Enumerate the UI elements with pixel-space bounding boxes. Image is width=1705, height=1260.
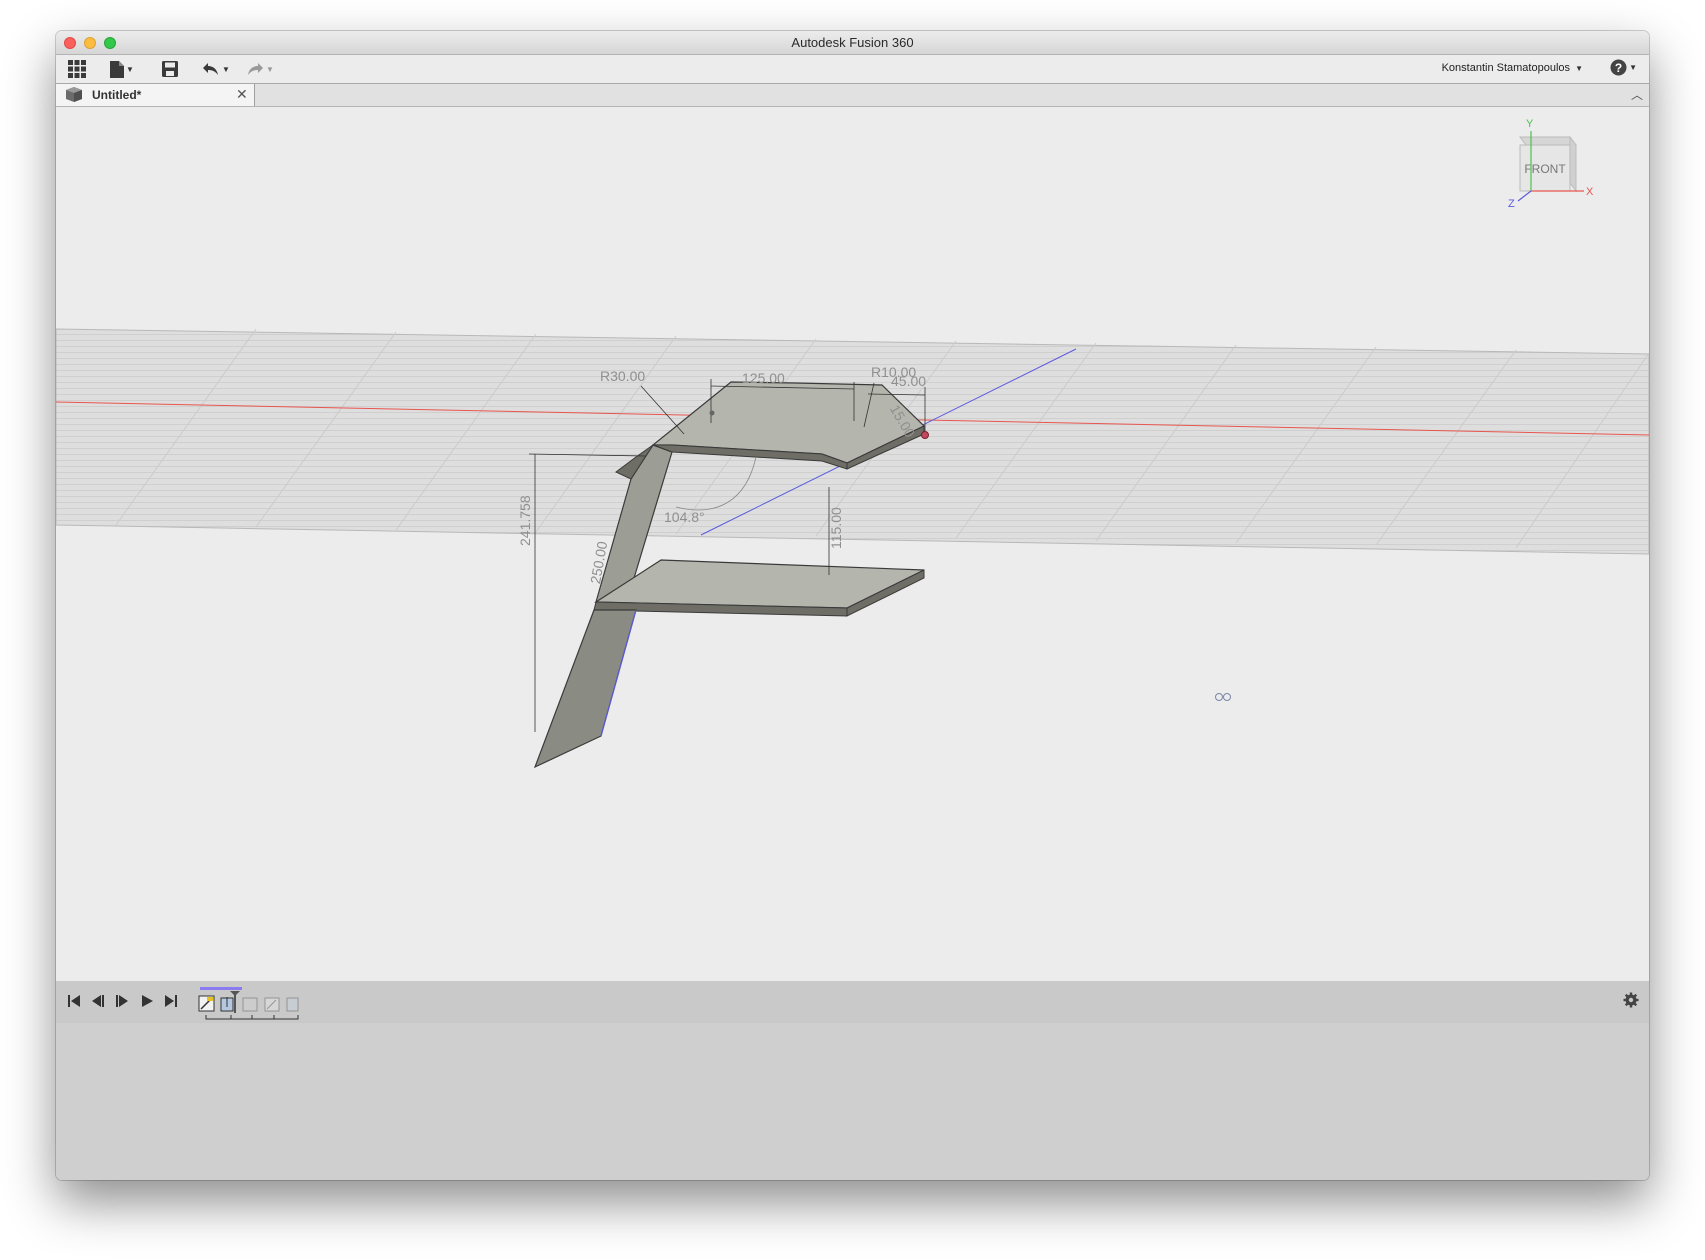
dimension-label[interactable]: 241.758 bbox=[517, 495, 533, 546]
app-window: Autodesk Fusion 360 ▼ ▼ ▼ Konstantin Sta… bbox=[56, 31, 1649, 1180]
tab-untitled[interactable]: Untitled* ✕ bbox=[56, 84, 255, 106]
timeline-marker-handle[interactable] bbox=[230, 991, 240, 996]
play-back-icon[interactable] bbox=[115, 994, 129, 1008]
help-button[interactable]: ? ▼ bbox=[1610, 59, 1637, 76]
help-icon: ? bbox=[1610, 59, 1627, 76]
user-name: Konstantin Stamatopoulos bbox=[1441, 62, 1571, 74]
user-account-menu[interactable]: Konstantin Stamatopoulos ▼ bbox=[1442, 62, 1583, 74]
play-icon[interactable] bbox=[140, 994, 154, 1008]
design-canvas[interactable]: R30.00 125.00 R10.00 45.00 15.00 241.758… bbox=[56, 107, 1649, 981]
dimension-label[interactable]: 104.8° bbox=[664, 509, 705, 525]
document-icon bbox=[110, 60, 124, 78]
chevron-down-icon: ▼ bbox=[266, 64, 274, 74]
link-icon bbox=[1215, 693, 1231, 701]
chevron-down-icon: ▼ bbox=[1629, 63, 1637, 72]
bottom-panel bbox=[56, 1023, 1649, 1180]
extrude-feature-icon[interactable] bbox=[286, 997, 299, 1012]
skip-to-end-icon[interactable] bbox=[164, 994, 178, 1008]
save-icon bbox=[162, 61, 178, 77]
undo-icon bbox=[203, 63, 218, 75]
gear-icon[interactable] bbox=[1623, 992, 1639, 1008]
viewcube[interactable]: FRONT Y X Z bbox=[1508, 118, 1594, 210]
quick-access-toolbar: ▼ ▼ ▼ Konstantin Stamatopoulos ▼ ? ▼ bbox=[56, 55, 1649, 84]
grid-icon bbox=[68, 60, 86, 78]
skip-to-start-icon[interactable] bbox=[67, 994, 81, 1008]
sketch-point[interactable] bbox=[921, 431, 929, 439]
document-tab-bar: Untitled* ✕ ︿ bbox=[56, 84, 1649, 107]
timeline bbox=[56, 981, 1649, 1023]
chevron-up-icon[interactable]: ︿ bbox=[1631, 86, 1643, 103]
redo-icon bbox=[248, 63, 263, 75]
x-axis-label: X bbox=[1586, 186, 1594, 198]
dimension-label[interactable]: R30.00 bbox=[600, 368, 645, 384]
tab-label: Untitled* bbox=[92, 88, 142, 102]
z-axis-label: Z bbox=[1508, 198, 1515, 210]
file-menu-button[interactable]: ▼ bbox=[110, 59, 134, 79]
dimension-label[interactable]: 45.00 bbox=[891, 373, 926, 389]
timeline-features bbox=[198, 991, 299, 1020]
redo-button[interactable]: ▼ bbox=[246, 59, 274, 79]
dimension-label[interactable]: 125.00 bbox=[742, 370, 785, 386]
data-panel-button[interactable] bbox=[68, 59, 86, 79]
sketch-point[interactable] bbox=[709, 410, 715, 416]
chevron-down-icon: ▼ bbox=[1575, 64, 1583, 73]
sheet-feature-icon[interactable] bbox=[242, 997, 258, 1012]
sketch-feature-icon[interactable] bbox=[198, 995, 215, 1012]
undo-button[interactable]: ▼ bbox=[202, 59, 230, 79]
dimension-label[interactable]: 115.00 bbox=[828, 507, 844, 549]
title-bar: Autodesk Fusion 360 bbox=[56, 31, 1649, 55]
chevron-down-icon: ▼ bbox=[222, 64, 230, 74]
box-icon bbox=[66, 87, 82, 102]
z-axis-indicator bbox=[1517, 190, 1532, 202]
step-back-icon[interactable] bbox=[91, 994, 105, 1008]
chevron-down-icon: ▼ bbox=[126, 64, 134, 74]
extrude-feature-icon[interactable] bbox=[220, 997, 234, 1012]
svg-text:?: ? bbox=[1615, 61, 1622, 75]
window-title: Autodesk Fusion 360 bbox=[791, 35, 914, 50]
sketch-feature-icon[interactable] bbox=[264, 997, 280, 1012]
viewport-graphics[interactable]: R30.00 125.00 R10.00 45.00 15.00 241.758… bbox=[56, 107, 1649, 981]
y-axis-label: Y bbox=[1526, 118, 1534, 130]
save-button[interactable] bbox=[162, 59, 178, 79]
close-icon[interactable]: ✕ bbox=[236, 86, 248, 103]
